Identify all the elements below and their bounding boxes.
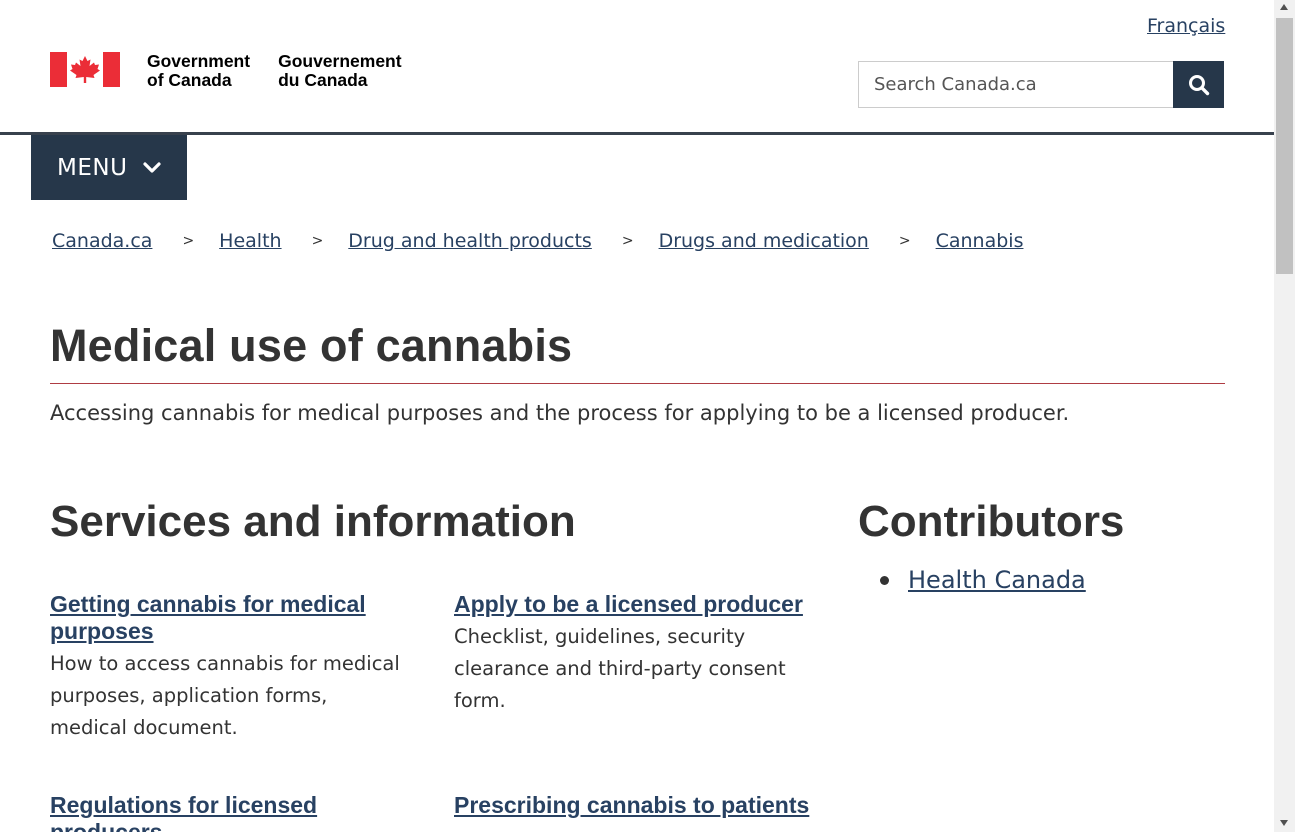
breadcrumb-link-drugs-medication[interactable]: Drugs and medication bbox=[659, 230, 869, 252]
chevron-down-icon bbox=[143, 161, 162, 173]
service-link-regulations-licensed-producers[interactable]: Regulations for licensed producers bbox=[50, 792, 340, 832]
magnifier-icon bbox=[1188, 74, 1209, 95]
bullet-icon bbox=[880, 575, 889, 585]
service-card: Apply to be a licensed producer Checklis… bbox=[454, 591, 814, 717]
menu-label: MENU bbox=[57, 154, 128, 181]
breadcrumb-link-drug-health-products[interactable]: Drug and health products bbox=[348, 230, 592, 252]
canada-flag-icon bbox=[50, 52, 120, 87]
language-toggle-link[interactable]: Français bbox=[1147, 15, 1225, 37]
page-title: Medical use of cannabis bbox=[50, 320, 573, 371]
menu-button[interactable]: MENU bbox=[31, 135, 187, 200]
government-name-fr: Gouvernement du Canada bbox=[278, 51, 402, 90]
services-heading: Services and information bbox=[50, 497, 576, 546]
service-card: Prescribing cannabis to patients bbox=[454, 792, 834, 819]
list-item: Health Canada bbox=[880, 566, 1086, 594]
breadcrumb-separator: > bbox=[621, 233, 634, 249]
vertical-scrollbar[interactable] bbox=[1274, 0, 1295, 832]
breadcrumb-separator: > bbox=[311, 233, 324, 249]
scroll-down-arrow-icon[interactable] bbox=[1280, 820, 1288, 826]
breadcrumb-separator: > bbox=[898, 233, 911, 249]
contributors-heading: Contributors bbox=[858, 497, 1125, 546]
header-divider bbox=[0, 132, 1274, 135]
service-description: How to access cannabis for medical purpo… bbox=[50, 652, 400, 739]
government-name-en: Government of Canada bbox=[147, 51, 251, 90]
service-description: Checklist, guidelines, security clearanc… bbox=[454, 625, 786, 712]
scroll-up-arrow-icon[interactable] bbox=[1280, 4, 1288, 10]
scrollbar-thumb[interactable] bbox=[1276, 18, 1293, 274]
service-card: Regulations for licensed producers bbox=[50, 792, 340, 832]
service-card: Getting cannabis for medical purposes Ho… bbox=[50, 591, 410, 744]
breadcrumb-separator: > bbox=[182, 233, 195, 249]
breadcrumb-link-canada[interactable]: Canada.ca bbox=[52, 230, 152, 252]
service-link-getting-cannabis[interactable]: Getting cannabis for medical purposes bbox=[50, 591, 410, 645]
page-intro: Accessing cannabis for medical purposes … bbox=[50, 401, 1070, 425]
contributor-link-health-canada[interactable]: Health Canada bbox=[908, 566, 1086, 594]
site-search bbox=[858, 61, 1224, 108]
breadcrumb-link-health[interactable]: Health bbox=[219, 230, 281, 252]
search-button[interactable] bbox=[1173, 61, 1224, 108]
title-underline bbox=[50, 383, 1225, 384]
search-input[interactable] bbox=[858, 61, 1173, 108]
service-link-apply-licensed-producer[interactable]: Apply to be a licensed producer bbox=[454, 591, 814, 618]
service-link-prescribing-cannabis[interactable]: Prescribing cannabis to patients bbox=[454, 792, 834, 819]
breadcrumb: Canada.ca > Health > Drug and health pro… bbox=[52, 230, 1023, 252]
breadcrumb-link-cannabis[interactable]: Cannabis bbox=[936, 230, 1024, 252]
contributors-list: Health Canada bbox=[880, 566, 1086, 594]
government-of-canada-logo[interactable]: Government of Canada Gouvernement du Can… bbox=[50, 52, 402, 90]
